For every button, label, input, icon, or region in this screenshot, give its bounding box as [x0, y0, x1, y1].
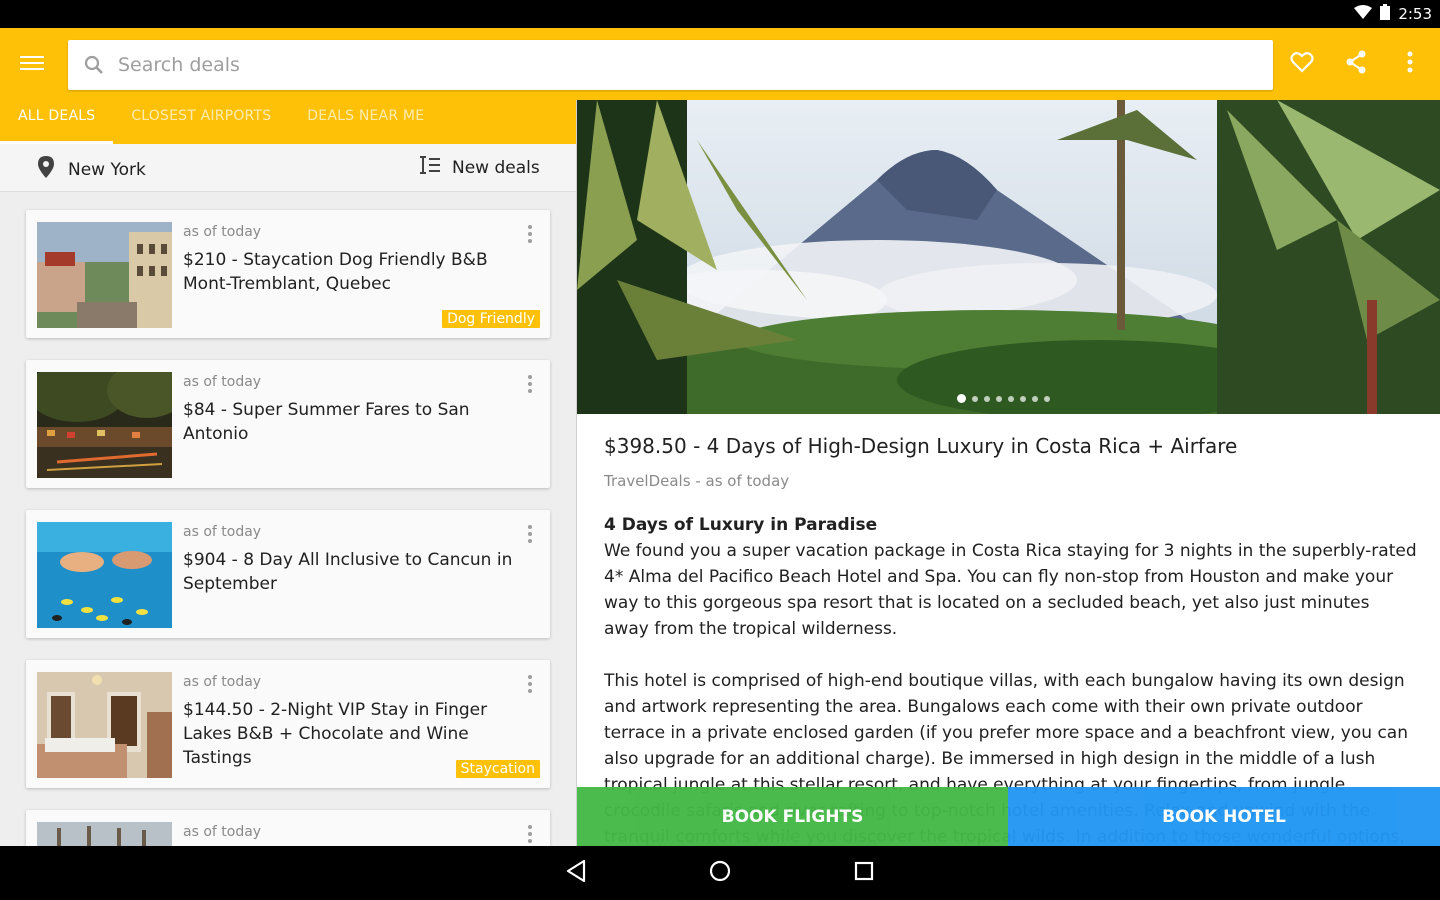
menu-icon[interactable] — [20, 52, 52, 78]
filter-bar: New York New deals — [0, 144, 576, 192]
app-bar — [0, 28, 1440, 100]
deal-detail[interactable]: $398.50 - 4 Days of High-Design Luxury i… — [577, 100, 1440, 846]
booking-actions: BOOK FLIGHTS BOOK HOTEL — [577, 787, 1440, 846]
sort-selector[interactable]: New deals — [420, 156, 540, 179]
favorite-button[interactable] — [1288, 50, 1316, 78]
deal-thumbnail — [37, 822, 172, 846]
deal-date: as of today — [183, 524, 262, 540]
back-triangle-icon — [565, 859, 587, 887]
deal-badge: Dog Friendly — [442, 310, 540, 328]
tab-closest-airports[interactable]: CLOSEST AIRPORTS — [113, 100, 289, 144]
search-input[interactable] — [118, 48, 1258, 82]
book-flights-button[interactable]: BOOK FLIGHTS — [577, 787, 1008, 846]
deal-thumbnail — [37, 672, 172, 778]
recents-button[interactable] — [847, 856, 881, 890]
location-label: New York — [68, 159, 146, 180]
more-vert-icon[interactable] — [522, 372, 538, 396]
share-icon — [1345, 50, 1367, 78]
deal-card[interactable]: as of today $84 - Super Summer Fares to … — [26, 360, 550, 488]
image-pager[interactable] — [957, 394, 1050, 403]
status-bar: 2:53 — [0, 0, 1440, 28]
share-button[interactable] — [1342, 50, 1370, 78]
deal-card[interactable]: as of today $144.50 - 2-Night VIP Stay i… — [26, 660, 550, 788]
search-box[interactable] — [68, 40, 1273, 90]
wifi-icon — [1354, 5, 1373, 23]
deal-thumbnail — [37, 222, 172, 328]
overflow-menu-button[interactable] — [1396, 50, 1424, 78]
deal-date: as of today — [183, 674, 262, 690]
deal-hero-image[interactable] — [577, 100, 1440, 414]
search-icon — [82, 53, 106, 77]
deal-thumbnail — [37, 522, 172, 628]
deal-title: $210 - Staycation Dog Friendly B&B Mont-… — [183, 250, 488, 294]
deal-card[interactable]: as of today — [26, 810, 550, 846]
deal-source[interactable]: TravelDeals — [604, 472, 691, 490]
book-hotel-button[interactable]: BOOK HOTEL — [1008, 787, 1440, 846]
description-heading: 4 Days of Luxury in Paradise — [604, 515, 878, 535]
deal-date: as of today — [183, 824, 262, 840]
deal-thumbnail — [37, 372, 172, 478]
deal-detail-title: $398.50 - 4 Days of High-Design Luxury i… — [604, 434, 1238, 458]
deal-detail-date: - as of today — [690, 472, 790, 490]
more-vert-icon[interactable] — [522, 822, 538, 846]
more-vert-icon[interactable] — [522, 222, 538, 246]
deal-tabs: ALL DEALS CLOSEST AIRPORTS DEALS NEAR ME — [0, 100, 576, 144]
clock: 2:53 — [1398, 5, 1432, 23]
more-vert-icon[interactable] — [522, 522, 538, 546]
sort-icon — [420, 156, 440, 179]
tab-all-deals[interactable]: ALL DEALS — [0, 100, 114, 144]
location-pin-icon — [38, 156, 54, 183]
home-button[interactable] — [703, 856, 737, 890]
more-vert-icon[interactable] — [522, 672, 538, 696]
deal-detail-meta: TravelDeals - as of today — [604, 472, 789, 490]
back-button[interactable] — [559, 856, 593, 890]
deal-badge: Staycation — [455, 760, 540, 778]
deal-title: $904 - 8 Day All Inclusive to Cancun in … — [183, 550, 513, 594]
description-paragraph: We found you a super vacation package in… — [604, 541, 1417, 639]
deal-title: $84 - Super Summer Fares to San Antonio — [183, 400, 470, 444]
home-circle-icon — [708, 859, 732, 887]
deal-card[interactable]: as of today $904 - 8 Day All Inclusive t… — [26, 510, 550, 638]
system-nav-bar — [0, 846, 1440, 900]
recents-square-icon — [853, 860, 875, 886]
location-selector[interactable]: New York — [38, 156, 146, 183]
deals-list[interactable]: as of today $210 - Staycation Dog Friend… — [0, 192, 576, 846]
tab-deals-near-me[interactable]: DEALS NEAR ME — [289, 100, 442, 144]
battery-icon — [1380, 4, 1391, 24]
deal-date: as of today — [183, 374, 262, 390]
sort-label: New deals — [452, 157, 540, 178]
deal-date: as of today — [183, 224, 262, 240]
more-vert-icon — [1407, 51, 1413, 77]
status-icons: 2:53 — [1354, 4, 1432, 24]
deal-card[interactable]: as of today $210 - Staycation Dog Friend… — [26, 210, 550, 338]
heart-icon — [1290, 51, 1314, 77]
